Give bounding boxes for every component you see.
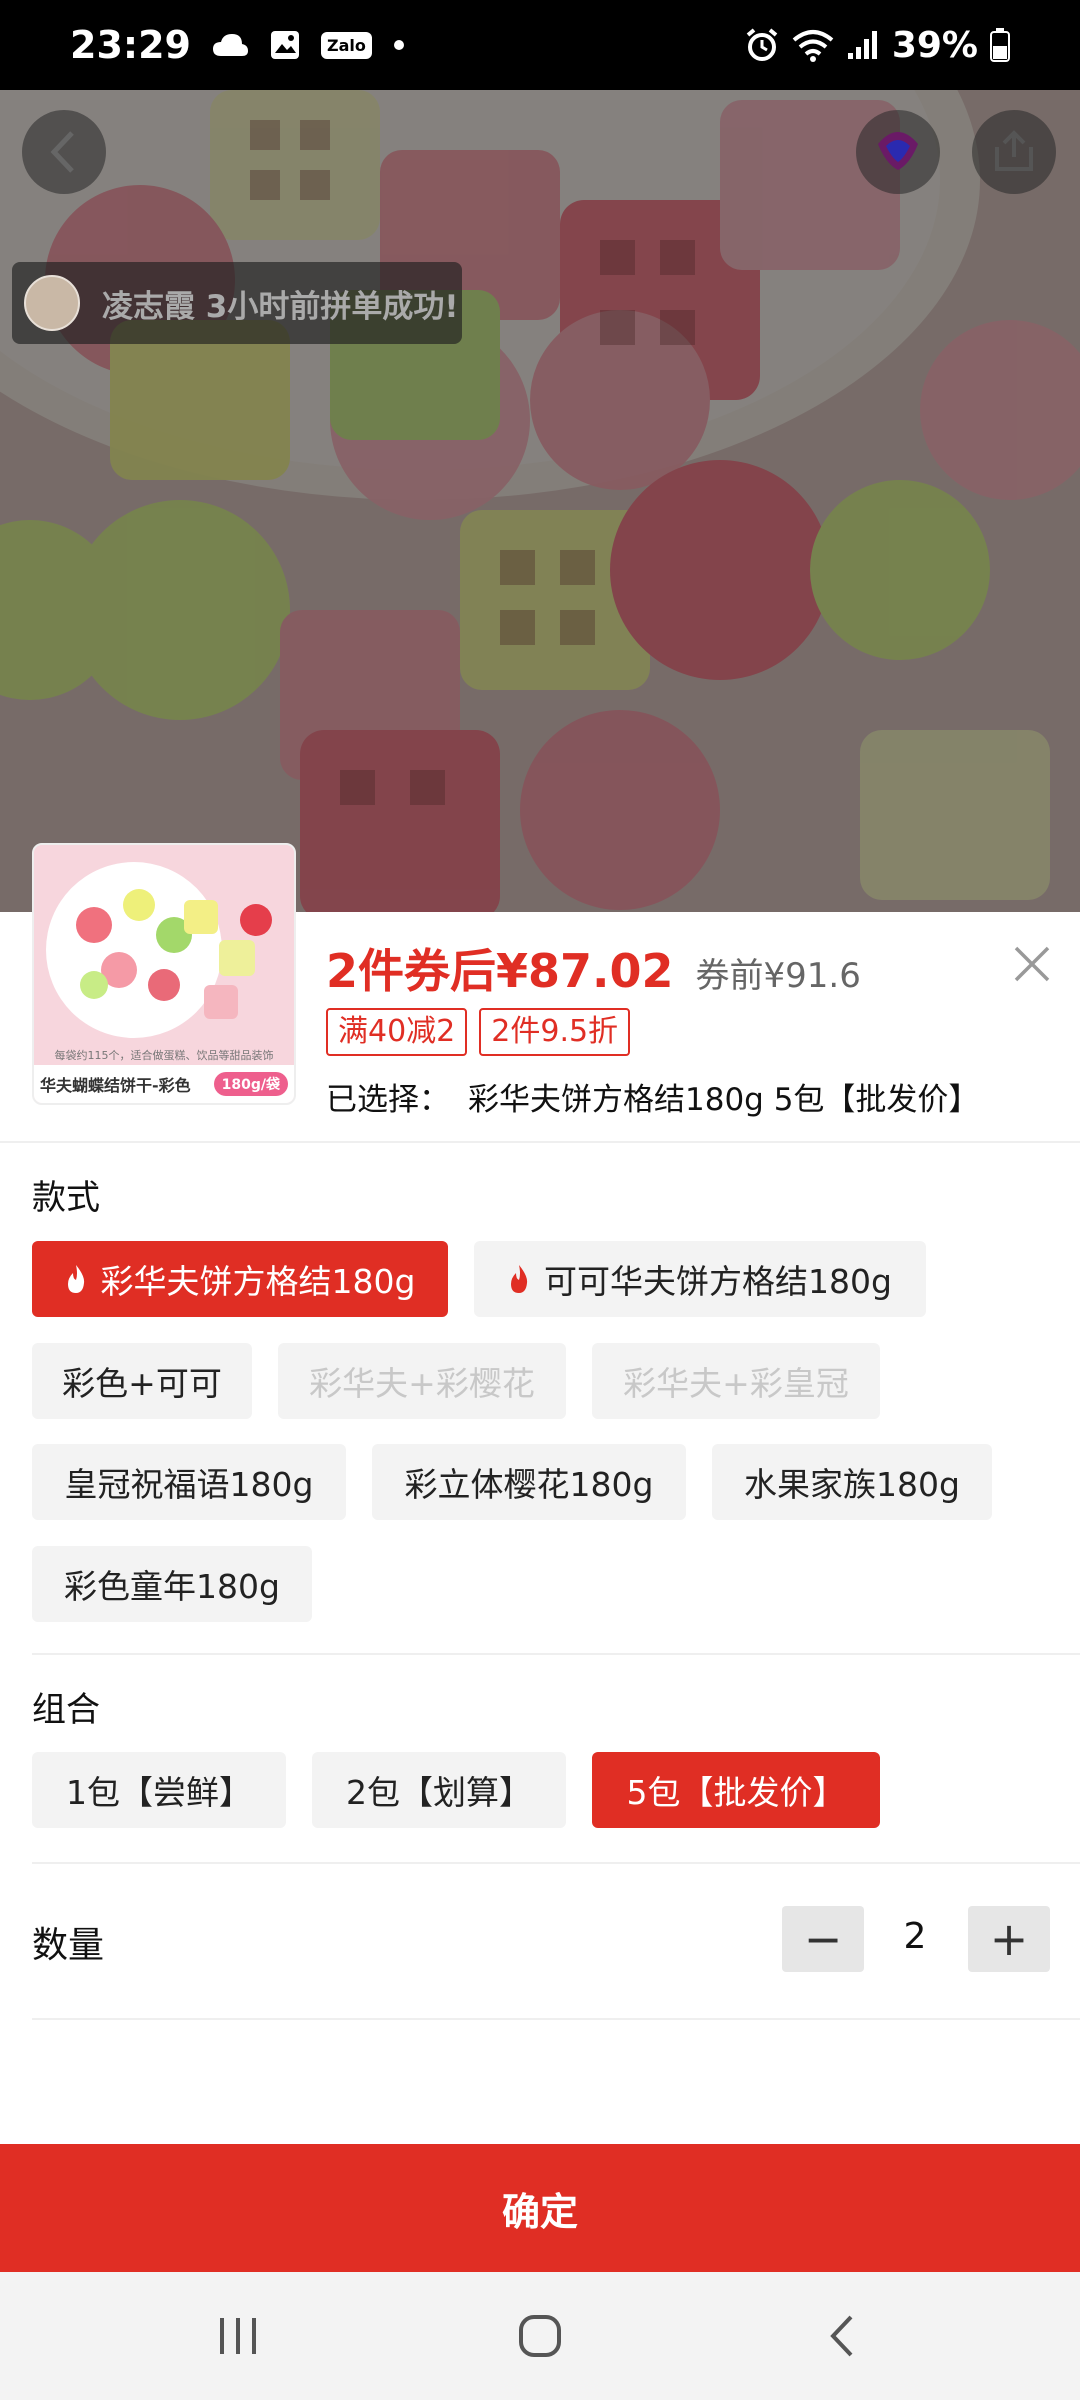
group-buy-toast: 凌志霞 3小时前拼单成功! bbox=[12, 262, 462, 344]
recent-apps-button[interactable] bbox=[208, 2306, 268, 2366]
style-option[interactable]: 彩立体樱花180g bbox=[372, 1444, 686, 1520]
cloud-icon bbox=[211, 32, 249, 58]
recent-apps-icon bbox=[220, 2318, 256, 2354]
original-price: 券前¥91.6 bbox=[695, 956, 861, 996]
signal-icon bbox=[846, 29, 880, 61]
close-button[interactable] bbox=[1008, 940, 1056, 988]
style-option-label: 水果家族180g bbox=[744, 1465, 960, 1504]
confirm-button[interactable]: 确定 bbox=[0, 2144, 1080, 2272]
style-option[interactable]: 彩华夫饼方格结180g bbox=[32, 1241, 448, 1317]
home-button[interactable] bbox=[510, 2306, 570, 2366]
combo-option-label: 2包【划算】 bbox=[346, 1773, 532, 1812]
thumbnail-picture bbox=[34, 845, 294, 1065]
dot-icon bbox=[392, 38, 406, 52]
back-arrow-icon bbox=[830, 2315, 853, 2357]
product-thumbnail[interactable]: 每袋约115个，适合做蛋糕、饮品等甜品装饰 华夫蝴蝶结饼干-彩色 180g/袋 bbox=[32, 843, 296, 1105]
combo-option-label: 1包【尝鲜】 bbox=[66, 1773, 252, 1812]
battery-icon bbox=[990, 28, 1010, 62]
style-option[interactable]: 皇冠祝福语180g bbox=[32, 1444, 346, 1520]
style-option-label: 彩色+可可 bbox=[62, 1364, 222, 1403]
quantity-decrease-button[interactable]: − bbox=[782, 1906, 864, 1972]
style-option-disabled: 彩华夫+彩皇冠 bbox=[592, 1343, 880, 1419]
combo-section-title: 组合 bbox=[32, 1690, 100, 1730]
style-option-label: 彩华夫+彩皇冠 bbox=[623, 1364, 849, 1403]
style-option[interactable]: 彩色+可可 bbox=[32, 1343, 252, 1419]
status-bar: 23:29 Zalo 39% bbox=[0, 0, 1080, 90]
combo-option[interactable]: 5包【批发价】 bbox=[592, 1752, 880, 1828]
style-option[interactable]: 可可华夫饼方格结180g bbox=[474, 1241, 926, 1317]
divider bbox=[32, 1653, 1080, 1655]
style-option-disabled: 彩华夫+彩樱花 bbox=[278, 1343, 566, 1419]
combo-option[interactable]: 1包【尝鲜】 bbox=[32, 1752, 286, 1828]
share-icon bbox=[995, 130, 1033, 171]
thumbnail-caption: 华夫蝴蝶结饼干-彩色 bbox=[40, 1076, 191, 1095]
style-option-label: 皇冠祝福语180g bbox=[64, 1465, 314, 1504]
divider bbox=[0, 1141, 1080, 1143]
minus-icon: − bbox=[803, 1912, 843, 1966]
selected-label: 已选择： bbox=[326, 1082, 450, 1118]
style-option-label: 彩色童年180g bbox=[64, 1567, 280, 1606]
style-option[interactable]: 水果家族180g bbox=[712, 1444, 992, 1520]
style-section-title: 款式 bbox=[32, 1178, 100, 1218]
hero-dim-overlay bbox=[0, 90, 1080, 912]
flame-icon bbox=[67, 1265, 84, 1293]
nav-back-button[interactable] bbox=[812, 2306, 872, 2366]
promo-tags: 满40减2 2件9.5折 bbox=[326, 1008, 631, 1056]
combo-option[interactable]: 2包【划算】 bbox=[312, 1752, 566, 1828]
plus-icon: + bbox=[989, 1912, 1029, 1966]
home-icon bbox=[519, 2315, 561, 2357]
promo-tag: 满40减2 bbox=[326, 1008, 468, 1056]
quantity-increase-button[interactable]: + bbox=[968, 1906, 1050, 1972]
back-button[interactable] bbox=[22, 110, 106, 194]
divider bbox=[32, 1862, 1080, 1864]
coupon-price: 2件券后¥87.02 bbox=[326, 944, 674, 998]
style-option[interactable]: 彩色童年180g bbox=[32, 1546, 312, 1622]
selected-summary: 已选择： 彩华夫饼方格结180g 5包【批发价】 bbox=[326, 1074, 979, 1119]
divider bbox=[32, 2018, 1080, 2020]
chevron-left-icon bbox=[50, 131, 74, 173]
combo-option-label: 5包【批发价】 bbox=[626, 1773, 846, 1812]
style-option-label: 彩华夫+彩樱花 bbox=[309, 1364, 535, 1403]
product-hero-image[interactable]: 凌志霞 3小时前拼单成功! bbox=[0, 90, 1080, 912]
battery-percent: 39% bbox=[891, 24, 978, 66]
avatar bbox=[24, 275, 80, 331]
quantity-label: 数量 bbox=[32, 1925, 105, 1966]
flame-icon bbox=[511, 1265, 528, 1293]
thumbnail-note: 每袋约115个，适合做蛋糕、饮品等甜品装饰 bbox=[54, 1049, 274, 1062]
alarm-icon bbox=[744, 27, 780, 63]
zalo-icon: Zalo bbox=[320, 31, 372, 59]
share-button[interactable] bbox=[972, 110, 1056, 194]
thumbnail-weight-tag: 180g/袋 bbox=[213, 1072, 288, 1096]
close-icon bbox=[1014, 946, 1050, 982]
wifi-icon bbox=[792, 28, 834, 62]
extension-button[interactable] bbox=[856, 110, 940, 194]
style-option-label: 彩华夫饼方格结180g bbox=[100, 1262, 416, 1301]
price-row: 2件券后¥87.02 券前¥91.6 bbox=[326, 935, 861, 1001]
logo-icon bbox=[878, 132, 918, 170]
toast-text: 凌志霞 3小时前拼单成功! bbox=[102, 288, 459, 325]
style-option-label: 彩立体樱花180g bbox=[404, 1465, 654, 1504]
promo-tag: 2件9.5折 bbox=[479, 1008, 631, 1056]
status-time: 23:29 bbox=[70, 23, 191, 67]
system-nav-bar bbox=[0, 2272, 1080, 2400]
quantity-value[interactable]: 2 bbox=[880, 1916, 950, 1957]
image-icon bbox=[269, 29, 301, 61]
selected-value: 彩华夫饼方格结180g 5包【批发价】 bbox=[468, 1082, 980, 1118]
style-option-label: 可可华夫饼方格结180g bbox=[544, 1262, 892, 1301]
